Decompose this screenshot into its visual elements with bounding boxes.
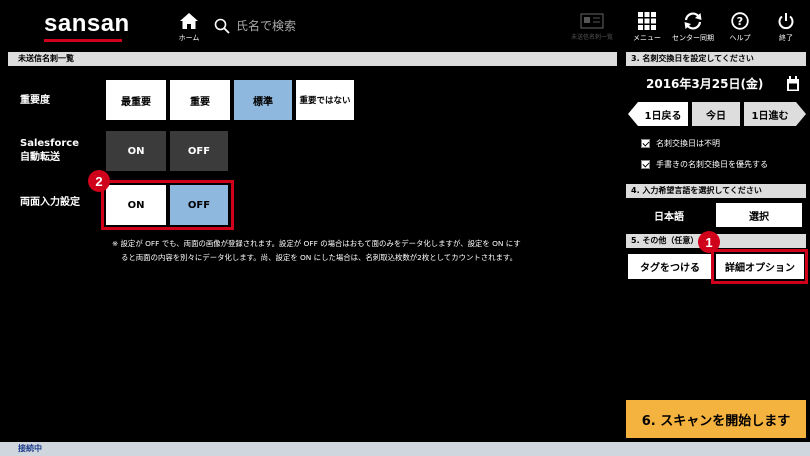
next-day-button[interactable]: 1日進む <box>744 102 796 126</box>
annotation-badge-2: 2 <box>88 170 110 192</box>
next-day-arrow-icon <box>796 102 806 126</box>
exit-label: 終了 <box>779 34 793 42</box>
salesforce-on-button[interactable]: ON <box>106 131 166 171</box>
date-unknown-checkbox[interactable]: 名刺交換日は不明 <box>641 138 720 149</box>
importance-label: 重要度 <box>20 95 50 106</box>
business-card-icon <box>580 13 604 29</box>
calendar-icon[interactable] <box>786 76 800 92</box>
power-icon <box>778 13 794 30</box>
status-bar: 接続中 <box>0 442 810 456</box>
importance-option-highest[interactable]: 最重要 <box>106 80 166 120</box>
today-button[interactable]: 今日 <box>692 102 740 126</box>
exchange-date: 2016年3月25日(金) <box>646 77 764 91</box>
help-label: ヘルプ <box>729 34 751 42</box>
sync-icon <box>684 12 702 30</box>
sansan-logo: sansan <box>44 10 130 37</box>
home-button[interactable]: ホーム <box>172 12 206 43</box>
search-icon <box>214 18 230 34</box>
duplex-note-line2: ると両面の内容を別々にデータ化します。尚、設定を ON にした場合は、名刺取込枚… <box>121 253 517 262</box>
date-unknown-label: 名刺交換日は不明 <box>656 139 720 148</box>
sync-label: センター同期 <box>672 34 714 42</box>
unsent-list-header: 未送信名刺一覧 <box>8 52 617 66</box>
salesforce-label-sub: 自動転送 <box>20 152 60 163</box>
svg-text:?: ? <box>737 15 743 28</box>
duplex-input-label: 両面入力設定 <box>20 197 80 208</box>
salesforce-off-button[interactable]: OFF <box>170 131 228 171</box>
home-icon <box>180 13 198 29</box>
language-header: 4. 入力希望言語を選択してください <box>626 184 806 198</box>
connection-status: 接続中 <box>18 444 42 453</box>
handwritten-date-checkbox[interactable]: 手書きの名刺交換日を優先する <box>641 159 768 170</box>
duplex-note-line1: ※ 設定が OFF でも、両面の画像が登録されます。設定が OFF の場合はおも… <box>112 239 521 248</box>
duplex-note: ※ 設定が OFF でも、両面の画像が登録されます。設定が OFF の場合はおも… <box>112 237 612 265</box>
unsent-cards-button[interactable]: 未送信名刺一覧 <box>564 13 620 41</box>
start-scan-button[interactable]: 6. スキャンを開始します <box>626 400 806 438</box>
annotation-badge-1: 1 <box>698 231 720 253</box>
duplex-on-button[interactable]: ON <box>106 185 166 225</box>
salesforce-label: Salesforce <box>20 138 79 149</box>
unsent-label: 未送信名刺一覧 <box>570 34 613 41</box>
importance-option-not-important[interactable]: 重要ではない <box>296 80 354 120</box>
detail-options-button[interactable]: 詳細オプション <box>716 254 804 279</box>
duplex-off-button[interactable]: OFF <box>170 185 228 225</box>
exchange-date-header: 3. 名刺交換日を設定してください <box>626 52 806 66</box>
menu-label: メニュー <box>633 34 661 42</box>
importance-option-high[interactable]: 重要 <box>170 80 230 120</box>
prev-day-button[interactable]: 1日戻る <box>638 102 688 126</box>
checkbox-checked-icon <box>641 160 650 169</box>
grid-menu-icon <box>638 12 656 30</box>
selected-language: 日本語 <box>654 212 684 223</box>
center-sync-button[interactable]: センター同期 <box>668 12 718 43</box>
importance-option-standard[interactable]: 標準 <box>234 80 292 120</box>
exit-button[interactable]: 終了 <box>768 12 804 43</box>
add-tag-button[interactable]: タグをつける <box>628 254 712 279</box>
checkbox-checked-icon <box>641 139 650 148</box>
prev-day-arrow-icon <box>628 102 638 126</box>
search-input[interactable] <box>236 16 536 36</box>
handwritten-date-label: 手書きの名刺交換日を優先する <box>656 160 768 169</box>
home-label: ホーム <box>178 34 200 42</box>
menu-button[interactable]: メニュー <box>628 12 666 43</box>
help-button[interactable]: ? ヘルプ <box>722 12 758 43</box>
help-icon: ? <box>731 12 749 30</box>
logo-underline <box>44 39 122 42</box>
language-select-button[interactable]: 選択 <box>716 203 802 227</box>
